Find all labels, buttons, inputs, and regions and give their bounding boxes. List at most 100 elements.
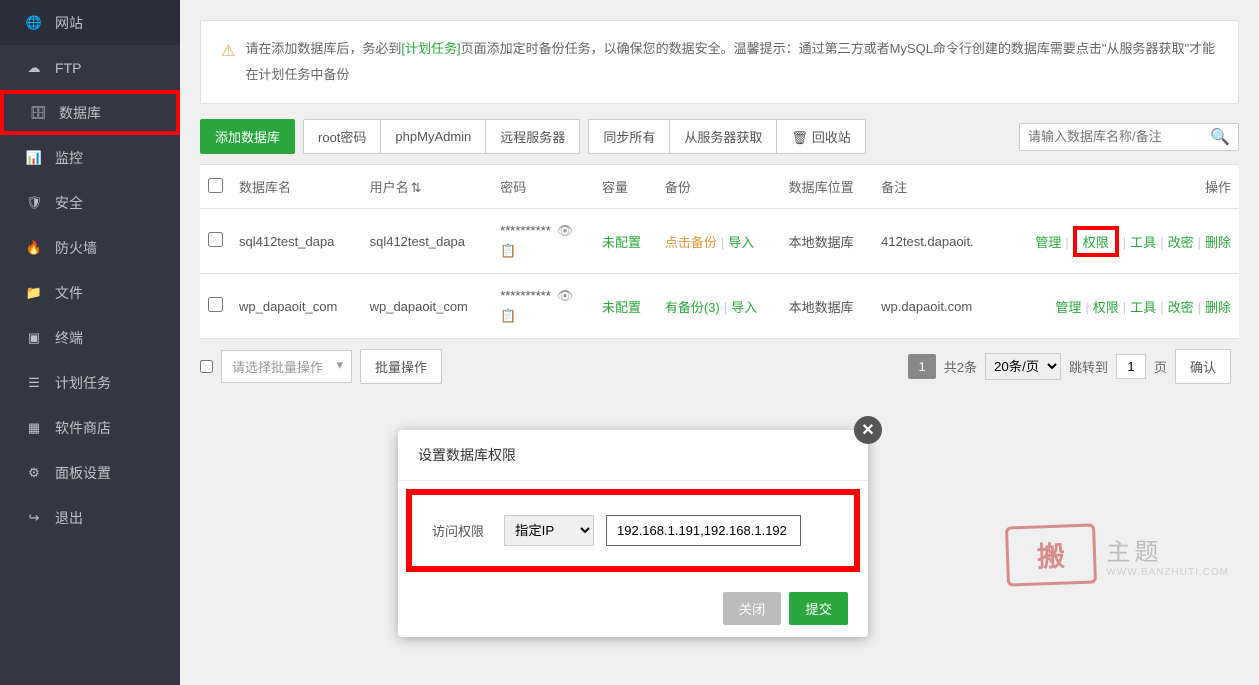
phpmyadmin-button[interactable]: phpMyAdmin	[380, 119, 486, 154]
sidebar-item-label: FTP	[55, 60, 81, 76]
exit-icon: ↪	[25, 509, 43, 527]
import-link[interactable]: 导入	[728, 235, 754, 250]
sidebar-item-label: 面板设置	[55, 463, 111, 483]
sync-all-button[interactable]: 同步所有	[588, 119, 670, 154]
copy-icon[interactable]: 📋	[500, 308, 586, 324]
fetch-from-server-button[interactable]: 从服务器获取	[669, 119, 777, 154]
recycle-bin-button[interactable]: 🗑回收站	[776, 119, 866, 154]
root-password-button[interactable]: root密码	[303, 119, 381, 154]
action-permission[interactable]: 权限	[1083, 235, 1109, 250]
trash-icon: 🗑	[791, 130, 808, 145]
modal-cancel-button[interactable]: 关闭	[723, 592, 782, 625]
cell-dbname: wp_dapaoit_com	[231, 274, 362, 339]
col-location: 数据库位置	[781, 165, 874, 209]
sidebar: 🌐 网站 ☁ FTP 🗄 数据库 📊 监控 🛡 安全 🔥 防火墙 📁 文件 ▣ …	[0, 0, 180, 685]
action-manage[interactable]: 管理	[1055, 300, 1081, 315]
sidebar-item-settings[interactable]: ⚙ 面板设置	[0, 450, 180, 495]
alert-text: 请在添加数据库后，务必到[计划任务]页面添加定时备份任务，以确保您的数据安全。温…	[245, 36, 1218, 88]
table-row: sql412test_dapa sql412test_dapa ********…	[200, 209, 1239, 274]
backup-link[interactable]: 有备份(3)	[665, 300, 720, 315]
toolbar: 添加数据库 root密码 phpMyAdmin 远程服务器 同步所有 从服务器获…	[200, 119, 1239, 154]
sidebar-item-logout[interactable]: ↪ 退出	[0, 495, 180, 540]
sidebar-item-label: 网站	[55, 13, 83, 33]
sidebar-item-cron[interactable]: ☰ 计划任务	[0, 360, 180, 405]
jump-input[interactable]	[1116, 354, 1146, 379]
cell-password: **********👁 📋	[492, 209, 594, 274]
col-dbname: 数据库名	[231, 165, 362, 209]
warning-icon: ⚠	[221, 36, 235, 68]
action-delete[interactable]: 删除	[1205, 235, 1231, 250]
modal-close-button[interactable]: ✕	[854, 416, 882, 444]
modal-submit-button[interactable]: 提交	[789, 592, 848, 625]
eye-icon[interactable]: 👁	[557, 223, 574, 238]
row-checkbox[interactable]	[208, 232, 223, 247]
quota-link[interactable]: 未配置	[602, 300, 641, 315]
add-database-button[interactable]: 添加数据库	[200, 119, 295, 154]
sidebar-item-label: 数据库	[59, 103, 101, 123]
sidebar-item-database[interactable]: 🗄 数据库	[0, 90, 180, 135]
sidebar-item-store[interactable]: ▦ 软件商店	[0, 405, 180, 450]
remote-server-button[interactable]: 远程服务器	[485, 119, 580, 154]
watermark-title: 主题	[1106, 532, 1229, 567]
batch-select[interactable]: 请选择批量操作 ▾	[221, 350, 352, 383]
sidebar-item-firewall[interactable]: 🔥 防火墙	[0, 225, 180, 270]
sidebar-item-website[interactable]: 🌐 网站	[0, 0, 180, 45]
btn-group-admin: root密码 phpMyAdmin 远程服务器	[303, 119, 580, 154]
total-count: 共2条	[944, 357, 977, 376]
fire-icon: 🔥	[25, 239, 43, 257]
modal-title: 设置数据库权限	[398, 430, 868, 481]
import-link[interactable]: 导入	[731, 300, 757, 315]
page-size-select[interactable]: 20条/页	[985, 353, 1061, 380]
action-permission[interactable]: 权限	[1093, 300, 1119, 315]
batch-checkbox[interactable]	[200, 360, 213, 373]
search-icon[interactable]: 🔍	[1210, 127, 1230, 147]
row-checkbox[interactable]	[208, 297, 223, 312]
search-box[interactable]: 🔍	[1019, 123, 1239, 151]
access-label: 访问权限	[432, 521, 492, 540]
cell-location: 本地数据库	[781, 209, 874, 274]
shield-icon: 🛡	[25, 194, 43, 212]
backup-link[interactable]: 点击备份	[665, 235, 717, 250]
sidebar-item-ftp[interactable]: ☁ FTP	[0, 45, 180, 90]
cell-username: sql412test_dapa	[362, 209, 493, 274]
batch-action-button[interactable]: 批量操作	[360, 349, 442, 384]
database-table: 数据库名 用户名⇅ 密码 容量 备份 数据库位置 备注 操作 sql412tes…	[200, 164, 1239, 339]
select-all-checkbox[interactable]	[208, 178, 223, 193]
alert-banner: ⚠ 请在添加数据库后，务必到[计划任务]页面添加定时备份任务，以确保您的数据安全…	[200, 20, 1239, 104]
ip-input[interactable]	[606, 515, 801, 546]
action-manage[interactable]: 管理	[1035, 235, 1061, 250]
sort-icon: ⇅	[411, 180, 422, 195]
gear-icon: ⚙	[25, 464, 43, 482]
sidebar-item-monitor[interactable]: 📊 监控	[0, 135, 180, 180]
action-delete[interactable]: 删除	[1205, 300, 1231, 315]
page-unit: 页	[1154, 357, 1167, 376]
copy-icon[interactable]: 📋	[500, 243, 586, 259]
grid-icon: ▦	[25, 419, 43, 437]
eye-icon[interactable]: 👁	[557, 288, 574, 303]
access-type-select[interactable]: 指定IP	[504, 515, 594, 546]
action-changepwd[interactable]: 改密	[1168, 300, 1194, 315]
alert-link[interactable]: [计划任务]	[401, 41, 460, 56]
action-tools[interactable]: 工具	[1130, 235, 1156, 250]
jump-label: 跳转到	[1069, 357, 1108, 376]
sidebar-item-label: 退出	[55, 508, 83, 528]
sidebar-item-files[interactable]: 📁 文件	[0, 270, 180, 315]
sidebar-item-label: 监控	[55, 148, 83, 168]
jump-confirm-button[interactable]: 确认	[1175, 349, 1231, 384]
sidebar-item-security[interactable]: 🛡 安全	[0, 180, 180, 225]
search-input[interactable]	[1028, 129, 1210, 144]
sidebar-item-label: 软件商店	[55, 418, 111, 438]
col-username[interactable]: 用户名⇅	[362, 165, 493, 209]
action-changepwd[interactable]: 改密	[1168, 235, 1194, 250]
col-action: 操作	[997, 165, 1239, 209]
watermark-url: WWW.BANZHUTI.COM	[1106, 567, 1229, 578]
folder-icon: 📁	[25, 284, 43, 302]
cloud-icon: ☁	[25, 59, 43, 77]
quota-link[interactable]: 未配置	[602, 235, 641, 250]
watermark: 搬 主题 WWW.BANZHUTI.COM	[1006, 525, 1229, 585]
btn-group-sync: 同步所有 从服务器获取 🗑回收站	[588, 119, 866, 154]
terminal-icon: ▣	[25, 329, 43, 347]
action-tools[interactable]: 工具	[1130, 300, 1156, 315]
sidebar-item-terminal[interactable]: ▣ 终端	[0, 315, 180, 360]
col-remark: 备注	[873, 165, 997, 209]
